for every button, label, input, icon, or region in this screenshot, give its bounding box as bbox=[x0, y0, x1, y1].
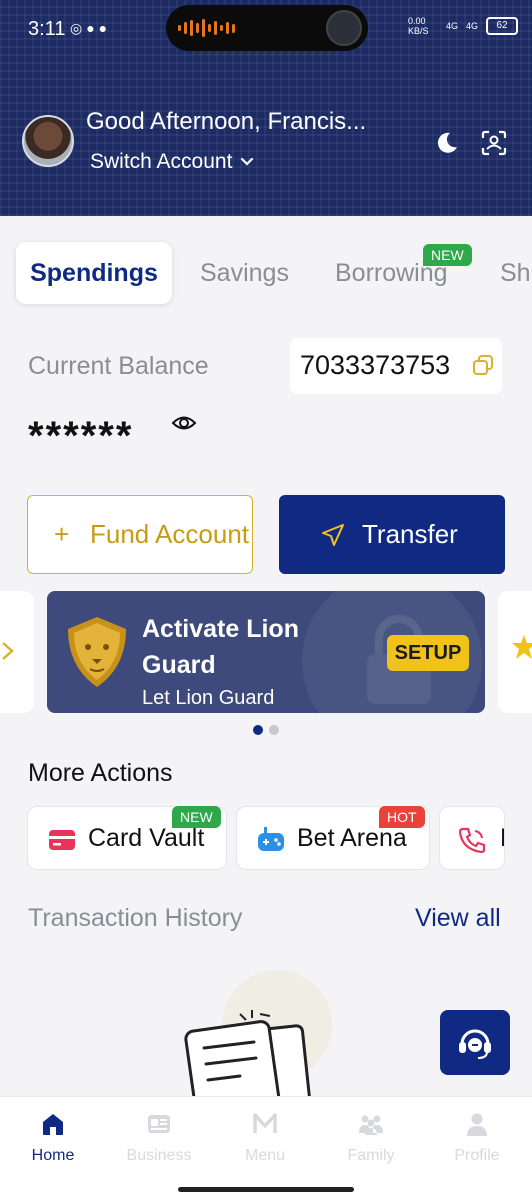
transaction-history-title: Transaction History bbox=[28, 904, 243, 932]
plus-icon: + bbox=[54, 519, 70, 549]
moon-icon[interactable] bbox=[434, 130, 460, 156]
scan-icon[interactable] bbox=[481, 130, 507, 156]
nav-business-label: Business bbox=[126, 1147, 192, 1164]
transfer-label: Transfer bbox=[362, 519, 458, 549]
tab-more[interactable]: Sh bbox=[500, 242, 531, 304]
headset-icon bbox=[459, 1029, 491, 1059]
app-header: 3:11 ◎●● 0.00 KB/S 4G 4G 62 Good Afterno… bbox=[0, 0, 532, 216]
phone-icon bbox=[458, 827, 486, 853]
banner-title: Activate Lion Guard bbox=[142, 615, 299, 679]
hot-badge: HOT bbox=[379, 806, 425, 828]
avatar[interactable] bbox=[22, 115, 74, 167]
copy-icon[interactable] bbox=[472, 354, 494, 376]
customer-support-button[interactable] bbox=[440, 1010, 510, 1075]
lion-shield-icon bbox=[68, 617, 126, 687]
badge-star-icon bbox=[512, 635, 532, 659]
fund-account-button[interactable]: + Fund Account bbox=[27, 495, 253, 574]
call-action-button[interactable]: E bbox=[439, 806, 505, 870]
transfer-button[interactable]: Transfer bbox=[279, 495, 505, 574]
account-number-box[interactable]: 7033373753 bbox=[290, 338, 502, 394]
nav-family[interactable]: Family bbox=[318, 1111, 424, 1165]
nav-menu-label: Menu bbox=[244, 1147, 286, 1164]
menu-logo-icon bbox=[253, 1113, 277, 1133]
home-indicator[interactable] bbox=[178, 1187, 354, 1192]
masked-balance: ****** bbox=[28, 414, 134, 458]
notification-icons: ◎●● bbox=[70, 20, 112, 36]
card-icon bbox=[49, 830, 75, 850]
nav-menu[interactable]: Menu bbox=[212, 1111, 318, 1165]
status-time: 3:11 bbox=[28, 18, 66, 40]
nav-profile[interactable]: Profile bbox=[424, 1111, 530, 1165]
audio-wave-icon bbox=[178, 19, 235, 37]
switch-account-button[interactable]: Switch Account bbox=[90, 150, 254, 174]
network-speed: 0.00 KB/S bbox=[407, 16, 429, 36]
new-badge: NEW bbox=[172, 806, 221, 828]
nav-business[interactable]: Business bbox=[106, 1111, 212, 1165]
nav-profile-label: Profile bbox=[454, 1147, 500, 1164]
empty-documents-illustration bbox=[184, 1010, 312, 1106]
switch-account-label: Switch Account bbox=[90, 150, 233, 173]
tab-savings[interactable]: Savings bbox=[200, 242, 289, 304]
account-tabs: Spendings Savings Borrowing NEW Sh bbox=[0, 242, 532, 306]
eye-icon[interactable] bbox=[171, 412, 197, 434]
carousel-prev-card[interactable] bbox=[0, 591, 34, 713]
business-icon bbox=[148, 1115, 170, 1133]
banner-subtitle: Let Lion Guard bbox=[142, 687, 275, 709]
chevron-right-icon bbox=[2, 642, 14, 660]
new-badge: NEW bbox=[423, 244, 472, 266]
account-number: 7033373753 bbox=[300, 350, 451, 380]
lion-guard-banner[interactable]: Activate Lion Guard Let Lion Guard SETUP bbox=[47, 591, 485, 713]
nav-home[interactable]: Home bbox=[0, 1111, 106, 1165]
signal-4g-2: 4G bbox=[465, 21, 478, 31]
tab-spendings[interactable]: Spendings bbox=[16, 242, 172, 304]
profile-icon bbox=[467, 1113, 487, 1136]
view-all-link[interactable]: View all bbox=[415, 904, 501, 933]
carousel-dot[interactable] bbox=[253, 725, 263, 735]
carousel-dot[interactable] bbox=[269, 725, 279, 735]
carousel-next-card[interactable] bbox=[498, 591, 532, 713]
gamepad-icon bbox=[258, 827, 284, 851]
status-indicators: 0.00 KB/S 4G 4G 62 bbox=[408, 16, 518, 36]
home-icon bbox=[43, 1114, 63, 1135]
call-action-label: E bbox=[500, 824, 504, 853]
fund-account-label: Fund Account bbox=[90, 519, 249, 549]
more-actions-title: More Actions bbox=[28, 759, 173, 787]
card-vault-label: Card Vault bbox=[88, 824, 205, 852]
battery-icon: 62 bbox=[486, 17, 518, 35]
family-icon bbox=[359, 1115, 383, 1135]
send-icon bbox=[322, 524, 344, 546]
nav-home-label: Home bbox=[31, 1147, 75, 1164]
bet-arena-label: Bet Arena bbox=[297, 824, 407, 852]
chevron-down-icon bbox=[241, 157, 254, 166]
setup-button[interactable]: SETUP bbox=[387, 635, 469, 671]
media-thumbnail bbox=[326, 10, 362, 46]
nav-family-label: Family bbox=[347, 1147, 395, 1164]
dynamic-island bbox=[166, 5, 368, 51]
signal-4g-1: 4G bbox=[445, 21, 458, 31]
carousel-dots bbox=[253, 725, 279, 735]
current-balance-label: Current Balance bbox=[28, 352, 209, 380]
status-bar: 3:11 ◎●● 0.00 KB/S 4G 4G 62 bbox=[0, 0, 532, 56]
bottom-navigation: Home Business Menu Family Profile bbox=[0, 1096, 532, 1200]
greeting-text: Good Afternoon, Francis... bbox=[86, 108, 367, 135]
